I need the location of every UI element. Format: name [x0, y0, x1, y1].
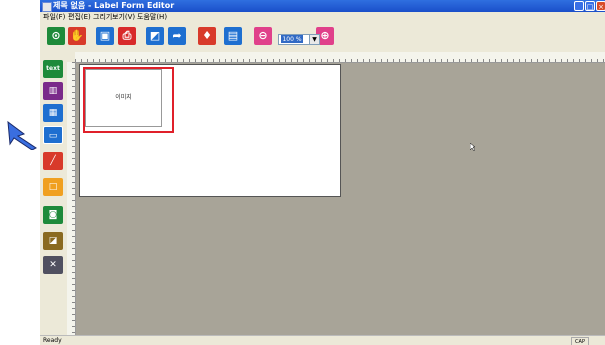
new-button[interactable]: ⊙ [47, 27, 65, 45]
vertical-ruler [67, 62, 76, 335]
image-tool-button[interactable]: ▭ [43, 126, 63, 144]
main-toolbar: ⊙ ✋ ▣ ⎙ ◩ ➦ ♦ ▤ ⊖ ⊕ [40, 24, 605, 50]
printer-setup-icon: ▤ [227, 29, 239, 42]
tool-palette: text ▥ ▦ ▭ ╱ □ ◙ ◪ ✕ [40, 52, 67, 335]
barcode-tool-icon: ▥ [48, 86, 58, 96]
new-icon: ⊙ [51, 29, 61, 42]
maximize-button[interactable]: □ [585, 1, 595, 11]
zoom-select[interactable]: 100 % ▼ [278, 34, 320, 45]
chevron-down-icon[interactable]: ▼ [309, 35, 319, 44]
pin-icon: ♦ [202, 29, 212, 42]
pin-button[interactable]: ♦ [198, 27, 216, 45]
save-button[interactable]: ▣ [96, 27, 114, 45]
text-tool-button[interactable]: text [43, 60, 63, 78]
menu-bar: 파일(F) 편집(E) 그리기 보기(V) 도움말(H) [40, 12, 605, 23]
close-button[interactable]: × [596, 1, 605, 11]
document-tool-button[interactable]: ◪ [43, 232, 63, 250]
minimize-button[interactable]: _ [574, 1, 584, 11]
rectangle-tool-icon: □ [48, 182, 58, 192]
zoom-value: 100 % [281, 35, 303, 43]
window-title: 제목 없음 - Label Form Editor [53, 1, 175, 10]
barcode-tool-button[interactable]: ▥ [43, 82, 63, 100]
qrcode-tool-button[interactable]: ▦ [43, 104, 63, 122]
line-tool-icon: ╱ [50, 156, 56, 166]
status-bar: Ready CAP [40, 335, 605, 345]
status-text: Ready [43, 337, 62, 344]
annotation-arrow-icon [7, 120, 37, 150]
save-disk-icon: ▣ [99, 29, 111, 42]
settings-tool-icon: ✕ [49, 260, 57, 270]
cap-indicator: CAP [571, 337, 589, 345]
rectangle-tool-button[interactable]: □ [43, 178, 63, 196]
settings-tool-button[interactable]: ✕ [43, 256, 63, 274]
menu-draw[interactable]: 그리기 [93, 12, 112, 23]
open-button[interactable]: ✋ [68, 27, 86, 45]
print-icon: ⎙ [122, 29, 132, 42]
picture-frame-tool-icon: ◙ [48, 210, 58, 220]
document-tool-icon: ◪ [48, 236, 58, 246]
app-icon [42, 2, 52, 12]
send-button[interactable]: ➦ [168, 27, 186, 45]
qrcode-tool-icon: ▦ [48, 108, 58, 118]
print-button[interactable]: ⎙ [118, 27, 136, 45]
export-button[interactable]: ◩ [146, 27, 164, 45]
selection-highlight [83, 67, 174, 133]
export-icon: ◩ [149, 29, 161, 42]
menu-file[interactable]: 파일(F) [43, 12, 65, 23]
send-icon: ➦ [172, 29, 182, 42]
title-bar: 제목 없음 - Label Form Editor _ □ × [40, 0, 605, 12]
zoom-out-button[interactable]: ⊖ [254, 27, 272, 45]
text-tool-icon: text [46, 65, 60, 72]
mouse-cursor-icon [470, 143, 475, 151]
image-tool-icon: ▭ [48, 131, 58, 141]
menu-help[interactable]: 도움말(H) [137, 12, 167, 23]
picture-frame-tool-button[interactable]: ◙ [43, 206, 63, 224]
menu-view[interactable]: 보기(V) [112, 12, 135, 23]
printer-setup-button[interactable]: ▤ [224, 27, 242, 45]
zoom-out-icon: ⊖ [258, 29, 268, 42]
app-window: 제목 없음 - Label Form Editor _ □ × 파일(F) 편집… [40, 0, 605, 345]
zoom-in-icon: ⊕ [320, 29, 330, 42]
open-hand-icon: ✋ [70, 29, 84, 42]
horizontal-ruler [75, 52, 605, 63]
line-tool-button[interactable]: ╱ [43, 152, 63, 170]
menu-edit[interactable]: 편집(E) [68, 12, 91, 23]
